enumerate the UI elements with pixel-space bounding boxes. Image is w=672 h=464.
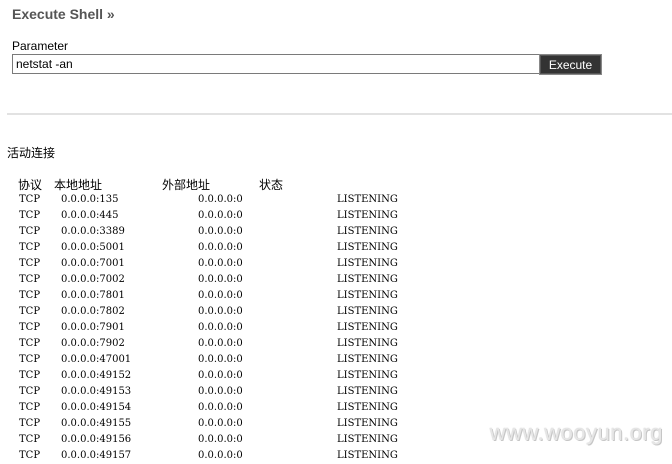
row-proto: TCP xyxy=(19,258,41,269)
row-foreign-address: 0.0.0.0:0 xyxy=(198,338,243,349)
output-row: TCP 0.0.0.0:7001 0.0.0.0:0 LISTENING xyxy=(0,256,672,272)
watermark: www.wooyun.org xyxy=(489,420,663,445)
row-local-address: 0.0.0.0:49154 xyxy=(61,402,132,413)
row-local-address: 0.0.0.0:135 xyxy=(61,194,119,205)
row-state: LISTENING xyxy=(337,338,398,349)
output-row: TCP 0.0.0.0:7902 0.0.0.0:0 LISTENING xyxy=(0,336,672,352)
output-row: TCP 0.0.0.0:49157 0.0.0.0:0 LISTENING xyxy=(0,448,672,464)
execute-button[interactable]: Execute xyxy=(539,54,602,75)
row-local-address: 0.0.0.0:3389 xyxy=(61,226,125,237)
row-proto: TCP xyxy=(19,274,41,285)
output-row: TCP 0.0.0.0:7002 0.0.0.0:0 LISTENING xyxy=(0,272,672,288)
column-header-proto: 协议 xyxy=(18,178,43,192)
output-row: TCP 0.0.0.0:7801 0.0.0.0:0 LISTENING xyxy=(0,288,672,304)
output-row: TCP 0.0.0.0:49152 0.0.0.0:0 LISTENING xyxy=(0,368,672,384)
row-foreign-address: 0.0.0.0:0 xyxy=(198,370,243,381)
row-foreign-address: 0.0.0.0:0 xyxy=(198,402,243,413)
row-local-address: 0.0.0.0:47001 xyxy=(61,354,132,365)
column-header-foreign-address: 外部地址 xyxy=(162,178,211,192)
row-proto: TCP xyxy=(19,370,41,381)
output-row: TCP 0.0.0.0:445 0.0.0.0:0 LISTENING xyxy=(0,208,672,224)
row-proto: TCP xyxy=(19,290,41,301)
row-proto: TCP xyxy=(19,210,41,221)
row-foreign-address: 0.0.0.0:0 xyxy=(198,226,243,237)
row-state: LISTENING xyxy=(337,306,398,317)
row-local-address: 0.0.0.0:49153 xyxy=(61,386,132,397)
row-state: LISTENING xyxy=(337,226,398,237)
output-row: TCP 0.0.0.0:5001 0.0.0.0:0 LISTENING xyxy=(0,240,672,256)
row-state: LISTENING xyxy=(337,290,398,301)
row-local-address: 0.0.0.0:49157 xyxy=(61,450,132,461)
row-state: LISTENING xyxy=(337,194,398,205)
row-foreign-address: 0.0.0.0:0 xyxy=(198,274,243,285)
row-local-address: 0.0.0.0:49152 xyxy=(61,370,132,381)
row-proto: TCP xyxy=(19,386,41,397)
row-state: LISTENING xyxy=(337,274,398,285)
row-state: LISTENING xyxy=(337,434,398,445)
row-foreign-address: 0.0.0.0:0 xyxy=(198,354,243,365)
output-row: TCP 0.0.0.0:135 0.0.0.0:0 LISTENING xyxy=(0,192,672,208)
output-row: TCP 0.0.0.0:7901 0.0.0.0:0 LISTENING xyxy=(0,320,672,336)
output-row: TCP 0.0.0.0:49154 0.0.0.0:0 LISTENING xyxy=(0,400,672,416)
row-proto: TCP xyxy=(19,450,41,461)
row-foreign-address: 0.0.0.0:0 xyxy=(198,258,243,269)
row-foreign-address: 0.0.0.0:0 xyxy=(198,194,243,205)
row-proto: TCP xyxy=(19,402,41,413)
row-local-address: 0.0.0.0:7901 xyxy=(61,322,125,333)
row-state: LISTENING xyxy=(337,402,398,413)
row-proto: TCP xyxy=(19,242,41,253)
row-state: LISTENING xyxy=(337,450,398,461)
row-proto: TCP xyxy=(19,338,41,349)
row-state: LISTENING xyxy=(337,370,398,381)
row-foreign-address: 0.0.0.0:0 xyxy=(198,418,243,429)
row-local-address: 0.0.0.0:445 xyxy=(61,210,119,221)
row-local-address: 0.0.0.0:5001 xyxy=(61,242,125,253)
column-header-state: 状态 xyxy=(259,178,284,192)
output-header-row: 协议 本地地址 外部地址 状态 xyxy=(0,176,672,192)
row-local-address: 0.0.0.0:7802 xyxy=(61,306,125,317)
output-heading: 活动连接 xyxy=(7,146,56,160)
row-proto: TCP xyxy=(19,226,41,237)
row-foreign-address: 0.0.0.0:0 xyxy=(198,306,243,317)
row-local-address: 0.0.0.0:49156 xyxy=(61,434,132,445)
divider xyxy=(7,113,672,115)
row-foreign-address: 0.0.0.0:0 xyxy=(198,242,243,253)
row-proto: TCP xyxy=(19,306,41,317)
row-local-address: 0.0.0.0:7001 xyxy=(61,258,125,269)
row-state: LISTENING xyxy=(337,386,398,397)
page-title: Execute Shell » xyxy=(12,6,115,22)
row-local-address: 0.0.0.0:7801 xyxy=(61,290,125,301)
row-state: LISTENING xyxy=(337,354,398,365)
row-state: LISTENING xyxy=(337,242,398,253)
row-proto: TCP xyxy=(19,194,41,205)
row-foreign-address: 0.0.0.0:0 xyxy=(198,450,243,461)
row-proto: TCP xyxy=(19,434,41,445)
parameter-input[interactable] xyxy=(12,54,540,74)
output-row: TCP 0.0.0.0:3389 0.0.0.0:0 LISTENING xyxy=(0,224,672,240)
row-foreign-address: 0.0.0.0:0 xyxy=(198,322,243,333)
row-proto: TCP xyxy=(19,418,41,429)
column-header-local-address: 本地地址 xyxy=(54,178,103,192)
row-local-address: 0.0.0.0:49155 xyxy=(61,418,132,429)
row-state: LISTENING xyxy=(337,258,398,269)
row-foreign-address: 0.0.0.0:0 xyxy=(198,386,243,397)
output-row: TCP 0.0.0.0:49153 0.0.0.0:0 LISTENING xyxy=(0,384,672,400)
row-proto: TCP xyxy=(19,322,41,333)
row-state: LISTENING xyxy=(337,210,398,221)
row-state: LISTENING xyxy=(337,418,398,429)
row-foreign-address: 0.0.0.0:0 xyxy=(198,434,243,445)
output-row: TCP 0.0.0.0:7802 0.0.0.0:0 LISTENING xyxy=(0,304,672,320)
row-proto: TCP xyxy=(19,354,41,365)
row-local-address: 0.0.0.0:7902 xyxy=(61,338,125,349)
output-row: TCP 0.0.0.0:47001 0.0.0.0:0 LISTENING xyxy=(0,352,672,368)
row-foreign-address: 0.0.0.0:0 xyxy=(198,290,243,301)
row-local-address: 0.0.0.0:7002 xyxy=(61,274,125,285)
parameter-label: Parameter xyxy=(12,39,69,53)
row-state: LISTENING xyxy=(337,322,398,333)
row-foreign-address: 0.0.0.0:0 xyxy=(198,210,243,221)
